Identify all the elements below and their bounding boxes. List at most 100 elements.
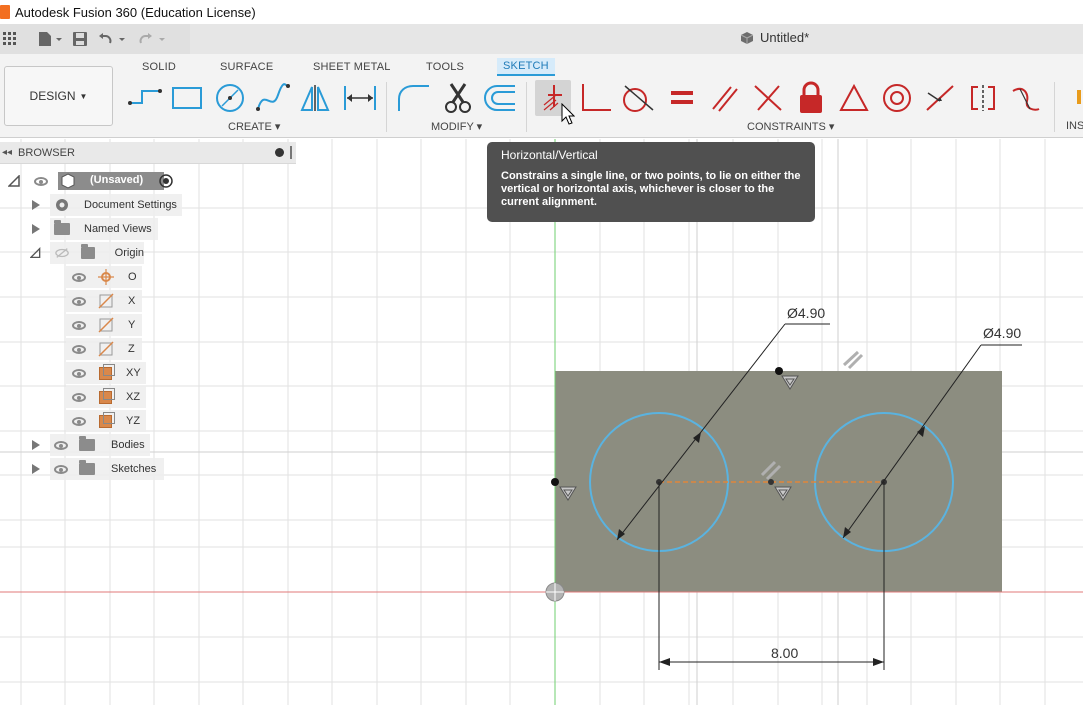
browser-item-label: Y: [128, 319, 136, 331]
redo-icon[interactable]: [136, 28, 170, 50]
fix-constraint-lock-icon[interactable]: [793, 80, 829, 116]
diameter-dimension-right-text[interactable]: Ø4.90: [983, 325, 1021, 341]
visibility-eye-icon[interactable]: [72, 320, 86, 330]
group-modify-label[interactable]: MODIFY ▾: [431, 120, 482, 133]
midpoint-point[interactable]: [768, 479, 774, 485]
visibility-eye-icon[interactable]: [34, 176, 48, 186]
browser-item-bodies[interactable]: Bodies: [30, 434, 150, 456]
workspace-label: DESIGN: [29, 89, 76, 103]
browser-item-named-views[interactable]: Named Views: [30, 218, 158, 240]
group-separator: [1054, 82, 1055, 132]
parallel-constraint-icon[interactable]: [707, 80, 743, 116]
expand-triangle-icon[interactable]: [32, 224, 40, 234]
hidden-eye-icon[interactable]: [54, 247, 69, 259]
ribbon: DESIGN ▼ SOLID SURFACE SHEET METAL TOOLS…: [0, 54, 1083, 138]
pin-panel-icon[interactable]: [290, 146, 292, 159]
browser-item-yz-plane[interactable]: YZ: [66, 410, 146, 432]
spline-tool-icon[interactable]: [255, 80, 291, 116]
equal-constraint-icon[interactable]: [664, 80, 700, 116]
sketch-point[interactable]: [775, 367, 783, 375]
diameter-dimension-left-text[interactable]: Ø4.90: [787, 305, 825, 321]
browser-item-label: XY: [126, 367, 141, 379]
browser-item-origin-point[interactable]: O: [66, 266, 142, 288]
collinear-constraint-icon[interactable]: [922, 80, 958, 116]
sketch-dimension-tool-icon[interactable]: [342, 80, 378, 116]
trim-tool-icon[interactable]: [440, 80, 476, 116]
browser-root-item[interactable]: (Unsaved): [8, 170, 183, 192]
save-icon[interactable]: [70, 28, 90, 50]
expand-triangle-icon[interactable]: [32, 464, 40, 474]
browser-item-xz-plane[interactable]: XZ: [66, 386, 146, 408]
tab-sketch[interactable]: SKETCH: [497, 58, 555, 76]
group-inspect-label[interactable]: INS: [1066, 120, 1083, 132]
visibility-eye-icon[interactable]: [72, 344, 86, 354]
offset-tool-icon[interactable]: [482, 80, 518, 116]
tab-sheet-metal[interactable]: SHEET METAL: [307, 58, 397, 76]
document-cube-icon: [740, 31, 754, 44]
axis-icon: [98, 293, 114, 309]
sketch-canvas[interactable]: Ø4.90 Ø4.90 8.00: [0, 139, 1083, 705]
parallel-constraint-glyph[interactable]: [842, 350, 864, 370]
activate-radio-icon[interactable]: [159, 174, 173, 188]
minimize-panel-icon[interactable]: [275, 148, 284, 157]
collapse-triangle-icon[interactable]: [30, 247, 41, 259]
visibility-eye-icon[interactable]: [72, 416, 86, 426]
workspace-switcher[interactable]: DESIGN ▼: [4, 66, 113, 126]
file-menu-icon[interactable]: [36, 28, 64, 50]
rectangle-tool-icon[interactable]: [169, 80, 205, 116]
visibility-eye-icon[interactable]: [54, 464, 68, 474]
curvature-constraint-icon[interactable]: [1008, 80, 1044, 116]
circle-tool-icon[interactable]: [212, 80, 248, 116]
tab-tools[interactable]: TOOLS: [420, 58, 470, 76]
group-constraints-label[interactable]: CONSTRAINTS ▾: [747, 120, 834, 133]
browser-item-x-axis[interactable]: X: [66, 290, 142, 312]
browser-item-label: X: [128, 295, 136, 307]
browser-item-label: XZ: [126, 391, 141, 403]
browser-item-origin[interactable]: Origin: [30, 242, 144, 264]
visibility-eye-icon[interactable]: [72, 368, 86, 378]
symmetry-constraint-icon[interactable]: [965, 80, 1001, 116]
line-tool-icon[interactable]: [127, 80, 163, 116]
sketch-point[interactable]: [551, 478, 559, 486]
tab-solid[interactable]: SOLID: [136, 58, 182, 76]
browser-item-document-settings[interactable]: Document Settings: [30, 194, 182, 216]
group-separator: [386, 82, 387, 132]
expand-triangle-icon[interactable]: [32, 200, 40, 210]
tangent-constraint-icon[interactable]: [620, 80, 656, 116]
collapse-panel-icon[interactable]: ◂◂: [2, 147, 12, 158]
browser-item-label: Z: [128, 343, 135, 355]
browser-item-y-axis[interactable]: Y: [66, 314, 142, 336]
tooltip: Horizontal/Vertical Constrains a single …: [487, 142, 815, 222]
plane-icon: [99, 363, 115, 380]
visibility-eye-icon[interactable]: [72, 272, 86, 282]
tab-surface[interactable]: SURFACE: [214, 58, 279, 76]
sketch-profile-rectangle[interactable]: [555, 371, 1002, 592]
coincident-constraint-icon[interactable]: [578, 80, 614, 116]
perpendicular-constraint-icon[interactable]: [750, 80, 786, 116]
visibility-eye-icon[interactable]: [72, 296, 86, 306]
plane-icon: [99, 411, 115, 428]
concentric-constraint-icon[interactable]: [879, 80, 915, 116]
fillet-tool-icon[interactable]: [396, 80, 432, 116]
visibility-eye-icon[interactable]: [72, 392, 86, 402]
browser-item-xy-plane[interactable]: XY: [66, 362, 146, 384]
browser-item-sketches[interactable]: Sketches: [30, 458, 164, 480]
document-tab[interactable]: Untitled*: [740, 30, 809, 45]
browser-item-z-axis[interactable]: Z: [66, 338, 142, 360]
midpoint-constraint-icon[interactable]: [836, 80, 872, 116]
axis-icon: [98, 317, 114, 333]
chevron-down-icon: ▼: [79, 91, 88, 101]
folder-icon: [80, 244, 95, 259]
expand-triangle-icon[interactable]: [32, 440, 40, 450]
quick-access-toolbar: Untitled*: [0, 24, 1083, 54]
undo-icon[interactable]: [96, 28, 130, 50]
mouse-cursor-icon: [561, 103, 575, 125]
inspect-tool-icon[interactable]: [1064, 80, 1083, 116]
visibility-eye-icon[interactable]: [54, 440, 68, 450]
fusion-logo-icon: [0, 5, 10, 19]
mirror-tool-icon[interactable]: [298, 80, 334, 116]
group-create-label[interactable]: CREATE ▾: [228, 120, 280, 133]
collapse-triangle-icon[interactable]: [8, 175, 20, 187]
data-panel-grid-icon[interactable]: [2, 28, 18, 50]
distance-dimension-text[interactable]: 8.00: [771, 645, 798, 661]
